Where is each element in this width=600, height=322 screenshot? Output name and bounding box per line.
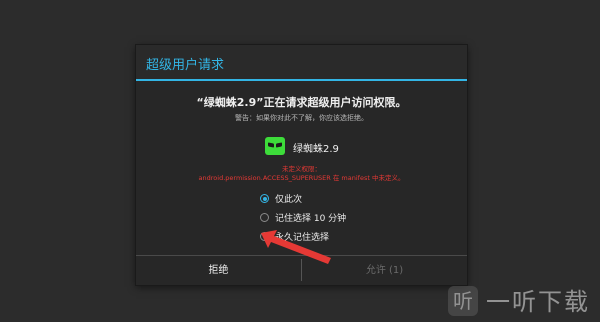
permission-warning-line2: android.permission.ACCESS_SUPERUSER 在 ma…	[198, 174, 405, 182]
radio-button[interactable]	[260, 213, 269, 222]
option-label: 记住选择 10 分钟	[275, 214, 347, 224]
radio-button-selected[interactable]	[260, 194, 269, 203]
permission-warning-line1: 未定义权限：	[282, 165, 321, 173]
warning-text: 警告：如果你对此不了解，你应该选拒绝。	[235, 114, 368, 122]
app-icon-left-eye	[268, 142, 274, 148]
title-divider	[136, 79, 467, 81]
option-label: 仅此次	[275, 195, 303, 205]
dialog-title-bar: 超级用户请求	[136, 45, 467, 79]
watermark-logo-icon: 听	[448, 286, 478, 316]
app-icon-right-eye	[276, 142, 282, 148]
spider-app-icon	[265, 137, 285, 155]
dialog-title: 超级用户请求	[146, 58, 225, 73]
permission-warning: 未定义权限： android.permission.ACCESS_SUPERUS…	[136, 165, 467, 183]
watermark: 听 一听下载	[448, 284, 598, 320]
request-message: “绿蜘蛛2.9”正在请求超级用户访问权限。	[196, 96, 407, 109]
app-name: 绿蜘蛛2.9	[293, 144, 339, 155]
red-arrow-annotation-icon	[261, 230, 331, 264]
watermark-text: 一听下载	[486, 288, 590, 316]
